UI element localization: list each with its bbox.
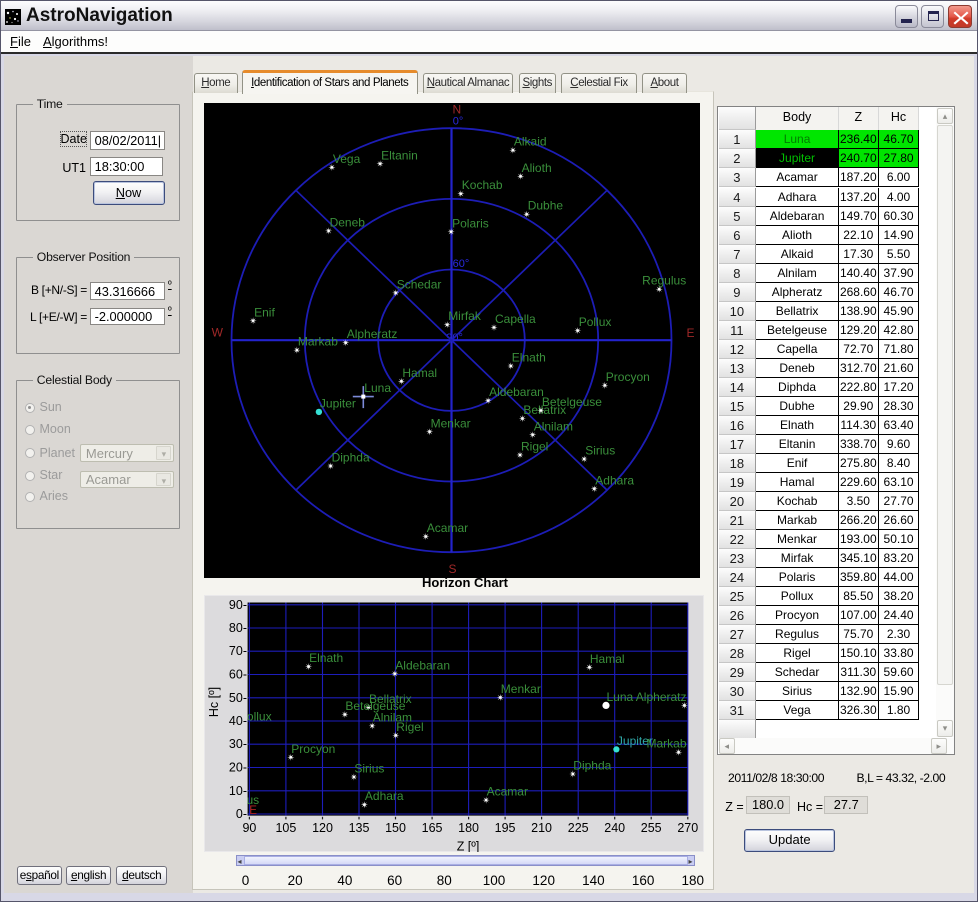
svg-text:20-: 20- xyxy=(229,761,247,775)
svg-text:Diphda: Diphda xyxy=(573,759,611,773)
svg-text:90: 90 xyxy=(242,821,256,835)
svg-text:Menkar: Menkar xyxy=(501,682,541,696)
svg-text:Alioth: Alioth xyxy=(522,161,552,175)
svg-text:Rigel: Rigel xyxy=(396,720,423,734)
svg-text:Schedar: Schedar xyxy=(397,277,442,291)
svg-text:Luna: Luna xyxy=(607,690,634,704)
svg-text:210: 210 xyxy=(531,821,552,835)
svg-text:60-: 60- xyxy=(229,668,247,682)
svg-text:270: 270 xyxy=(677,821,698,835)
svg-text:Polaris: Polaris xyxy=(452,216,489,230)
svg-text:Betelgeuse: Betelgeuse xyxy=(542,395,602,409)
svg-text:Betelgeuse: Betelgeuse xyxy=(345,699,405,713)
svg-text:Diphda: Diphda xyxy=(332,451,370,465)
svg-text:Sirius: Sirius xyxy=(585,444,615,458)
svg-text:Sirius: Sirius xyxy=(354,762,384,776)
svg-text:Z [º]: Z [º] xyxy=(457,840,480,853)
svg-text:10-: 10- xyxy=(229,784,247,798)
svg-text:Mirfak: Mirfak xyxy=(448,309,482,323)
svg-text:Alpheratz: Alpheratz xyxy=(347,327,398,341)
svg-text:Elnath: Elnath xyxy=(512,351,546,365)
svg-text:Pollux: Pollux xyxy=(579,315,612,329)
svg-text:Hc [º]: Hc [º] xyxy=(207,687,221,717)
svg-text:Markab: Markab xyxy=(298,335,338,349)
svg-text:Enif: Enif xyxy=(254,305,275,319)
svg-text:Hamal: Hamal xyxy=(590,652,625,666)
svg-text:Aldebaran: Aldebaran xyxy=(489,385,544,399)
svg-text:Alnilam: Alnilam xyxy=(534,419,573,433)
svg-text:Adhara: Adhara xyxy=(365,789,404,803)
svg-text:70-: 70- xyxy=(229,644,247,658)
svg-text:Capella: Capella xyxy=(495,312,536,326)
svg-text:Acamar: Acamar xyxy=(487,785,528,799)
svg-text:80-: 80- xyxy=(229,621,247,635)
svg-text:E: E xyxy=(686,326,694,340)
svg-text:Regulus: Regulus xyxy=(642,274,686,288)
svg-text:165: 165 xyxy=(422,821,443,835)
svg-text:Elnath: Elnath xyxy=(309,651,343,665)
svg-text:50-: 50- xyxy=(229,691,247,705)
svg-text:S: S xyxy=(449,562,457,576)
svg-text:Jupiter: Jupiter xyxy=(320,396,356,410)
svg-text:Procyon: Procyon xyxy=(606,370,650,384)
svg-text:30-: 30- xyxy=(229,737,247,751)
svg-text:Deneb: Deneb xyxy=(330,215,366,229)
svg-text:180: 180 xyxy=(458,821,479,835)
svg-text:135: 135 xyxy=(349,821,370,835)
svg-text:W: W xyxy=(212,326,224,340)
svg-text:Alkaid: Alkaid xyxy=(514,135,547,149)
svg-text:90-: 90- xyxy=(229,598,247,612)
svg-text:105: 105 xyxy=(275,821,296,835)
svg-text:150: 150 xyxy=(385,821,406,835)
svg-text:195: 195 xyxy=(495,821,516,835)
svg-text:225: 225 xyxy=(568,821,589,835)
svg-text:Adhara: Adhara xyxy=(595,473,634,487)
svg-text:N: N xyxy=(453,103,462,117)
svg-text:60°: 60° xyxy=(453,258,470,270)
svg-text:Alpheratz: Alpheratz xyxy=(636,690,687,704)
svg-text:Eltanin: Eltanin xyxy=(381,148,418,162)
svg-text:Rigel: Rigel xyxy=(521,440,548,454)
svg-text:Kochab: Kochab xyxy=(462,178,503,192)
svg-text:Luna: Luna xyxy=(364,381,391,395)
svg-text:Markab: Markab xyxy=(646,737,686,751)
svg-text:40-: 40- xyxy=(229,714,247,728)
svg-text:Aldebaran: Aldebaran xyxy=(395,658,450,672)
svg-text:Procyon: Procyon xyxy=(291,742,335,756)
svg-text:Acamar: Acamar xyxy=(427,521,468,535)
svg-text:120: 120 xyxy=(312,821,333,835)
svg-text:0-: 0- xyxy=(236,807,247,821)
svg-text:Vega: Vega xyxy=(333,152,361,166)
svg-text:255: 255 xyxy=(641,821,662,835)
svg-text:0°: 0° xyxy=(453,116,464,128)
svg-text:Menkar: Menkar xyxy=(431,416,471,430)
svg-text:Dubhe: Dubhe xyxy=(528,199,564,213)
svg-text:240: 240 xyxy=(604,821,625,835)
svg-text:Hamal: Hamal xyxy=(402,366,437,380)
